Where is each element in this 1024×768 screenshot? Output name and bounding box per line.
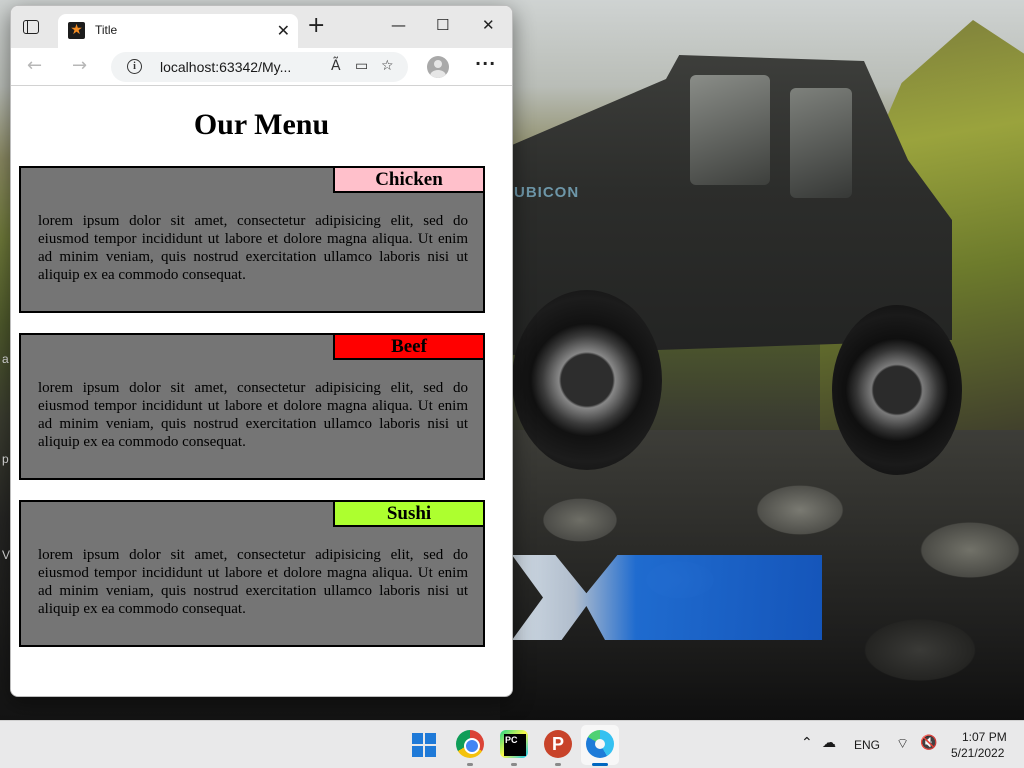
- address-bar: ← → i localhost:63342/My... A͂ ▭ ☆ ···: [11, 48, 512, 86]
- star-icon: ★: [68, 22, 85, 39]
- browser-window: ★ Title ✕ + — ☐ ✕ ← → i localhost:63342/…: [10, 5, 513, 697]
- profile-avatar-icon[interactable]: [427, 56, 449, 78]
- jeep-front-wheel: [512, 290, 662, 470]
- running-indicator: [555, 763, 561, 766]
- info-icon[interactable]: i: [127, 59, 142, 74]
- close-window-button[interactable]: ✕: [482, 16, 495, 34]
- menu-card-text: lorem ipsum dolor sit amet, consectetur …: [38, 380, 468, 450]
- taskbar: P ⌃ ☁ ENG ⌔ 🔇 1:07 PM 5/21/2022: [0, 720, 1024, 768]
- desktop-icon-fragment[interactable]: a: [2, 352, 9, 366]
- xe-logo: [512, 555, 822, 640]
- tab-actions-icon[interactable]: [23, 20, 39, 34]
- running-indicator: [467, 763, 473, 766]
- rubicon-decal: UBICON: [514, 184, 580, 201]
- url-text[interactable]: localhost:63342/My...: [160, 59, 291, 75]
- back-arrow-icon[interactable]: ←: [27, 55, 42, 76]
- page-content: Our Menu Chicken lorem ipsum dolor sit a…: [11, 86, 512, 696]
- menu-card-text: lorem ipsum dolor sit amet, consectetur …: [38, 547, 468, 617]
- reader-view-icon[interactable]: ▭: [355, 58, 368, 74]
- wifi-icon[interactable]: ⌔: [896, 735, 909, 753]
- menu-card-text: lorem ipsum dolor sit amet, consectetur …: [38, 213, 468, 283]
- favorites-star-icon[interactable]: ☆: [381, 58, 394, 74]
- more-options-icon[interactable]: ···: [475, 54, 496, 73]
- active-indicator: [592, 763, 608, 766]
- tab-strip: ★ Title ✕ + — ☐ ✕: [11, 6, 512, 48]
- read-aloud-icon[interactable]: A͂: [331, 58, 341, 74]
- menu-card: Sushi lorem ipsum dolor sit amet, consec…: [19, 500, 485, 647]
- p-app-icon[interactable]: P: [544, 730, 572, 758]
- jeep-window-front: [690, 75, 770, 185]
- edge-icon[interactable]: [586, 730, 614, 758]
- menu-card-label: Beef: [333, 335, 483, 360]
- tab-close-icon[interactable]: ✕: [277, 21, 290, 40]
- forward-arrow-icon[interactable]: →: [72, 55, 87, 76]
- menu-card-label: Chicken: [333, 168, 483, 193]
- windows-start-icon[interactable]: [412, 733, 436, 757]
- jeep-window-rear: [790, 88, 852, 198]
- new-tab-button[interactable]: +: [307, 15, 325, 37]
- page-title: Our Menu: [193, 108, 330, 141]
- menu-card-label: Sushi: [333, 502, 483, 527]
- menu-card: Beef lorem ipsum dolor sit amet, consect…: [19, 333, 485, 480]
- minimize-button[interactable]: —: [391, 16, 406, 34]
- clock-date[interactable]: 5/21/2022: [951, 746, 1004, 760]
- chevron-up-icon[interactable]: ⌃: [801, 735, 813, 751]
- onedrive-cloud-icon[interactable]: ☁: [822, 735, 836, 751]
- running-indicator: [511, 763, 517, 766]
- chrome-icon[interactable]: [456, 730, 484, 758]
- maximize-button[interactable]: ☐: [436, 16, 449, 34]
- clock-time[interactable]: 1:07 PM: [962, 730, 1007, 744]
- language-indicator[interactable]: ENG: [854, 738, 880, 752]
- menu-card: Chicken lorem ipsum dolor sit amet, cons…: [19, 166, 485, 313]
- desktop-icon-fragment[interactable]: V: [2, 548, 10, 562]
- pycharm-icon[interactable]: [500, 730, 528, 758]
- tab-active[interactable]: ★ Title ✕: [58, 14, 298, 48]
- desktop-icon-fragment[interactable]: p: [2, 452, 9, 466]
- url-field[interactable]: i localhost:63342/My... A͂ ▭ ☆: [111, 52, 408, 82]
- tab-title: Title: [95, 23, 118, 37]
- volume-muted-icon[interactable]: 🔇: [920, 735, 937, 751]
- jeep-rear-wheel: [832, 305, 962, 475]
